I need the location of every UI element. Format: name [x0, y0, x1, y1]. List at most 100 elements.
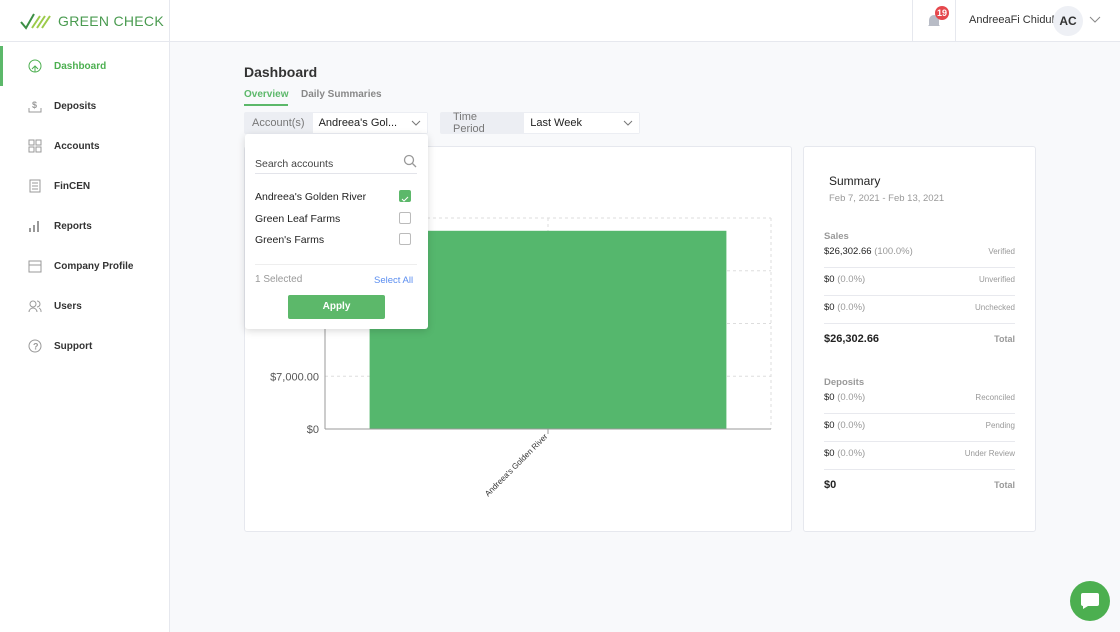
- sidebar-item-accounts[interactable]: Accounts: [0, 126, 170, 166]
- status: Verified: [988, 247, 1015, 256]
- deposits-row: $0 (0.0%) Under Review: [824, 448, 1015, 459]
- status: Unchecked: [974, 303, 1015, 312]
- apply-button[interactable]: Apply: [288, 295, 385, 319]
- chat-icon: [1081, 593, 1099, 609]
- check-icon: [401, 196, 409, 202]
- deposits-total-row: $0 Total: [824, 479, 1015, 491]
- account-option[interactable]: Green's Farms: [255, 234, 324, 246]
- account-filter-label: Account(s): [252, 117, 305, 129]
- sidebar-item-label: Deposits: [54, 100, 97, 112]
- sales-row: $0 (0.0%) Unverified: [824, 274, 1015, 285]
- deposit-icon: $: [28, 100, 42, 113]
- sidebar-item-label: Reports: [54, 220, 92, 232]
- tab-overview[interactable]: Overview: [244, 89, 289, 106]
- percent: (0.0%): [837, 274, 866, 285]
- user-name[interactable]: AndreeaFi ChiduFi: [969, 14, 1061, 26]
- percent: (0.0%): [837, 302, 866, 313]
- total-label: Total: [994, 480, 1015, 490]
- sidebar-item-reports[interactable]: Reports: [0, 206, 170, 246]
- sales-row: $26,302.66 (100.0%) Verified: [824, 246, 1015, 257]
- svg-text:?: ?: [33, 342, 39, 352]
- document-icon: [29, 179, 41, 193]
- percent: (0.0%): [837, 392, 866, 403]
- bar-chart-icon: [29, 221, 39, 232]
- status: Reconciled: [975, 393, 1015, 402]
- y-tick-label: $7,000.00: [270, 371, 319, 383]
- status: Unverified: [978, 275, 1015, 284]
- x-tick-label: Andreea's Golden River: [483, 432, 549, 498]
- amount: $0: [824, 392, 835, 403]
- percent: (0.0%): [837, 448, 866, 459]
- selected-count: 1 Selected: [255, 274, 303, 285]
- chevron-down-icon: [411, 120, 421, 126]
- deposits-row: $0 (0.0%) Pending: [824, 420, 1015, 431]
- check-logo-icon: [20, 13, 51, 30]
- sidebar-item-label: Users: [54, 300, 82, 312]
- deposits-row: $0 (0.0%) Reconciled: [824, 392, 1015, 403]
- account-filter-value: Andreea's Gol...: [318, 117, 398, 129]
- account-checkbox[interactable]: [399, 190, 411, 202]
- notifications-button[interactable]: 19: [912, 0, 956, 42]
- store-icon: [28, 260, 42, 273]
- page-title: Dashboard: [244, 64, 318, 80]
- status: Pending: [985, 421, 1015, 430]
- amount: $26,302.66: [824, 246, 872, 257]
- amount: $0: [824, 448, 835, 459]
- status: Under Review: [964, 449, 1015, 458]
- sidebar: Dashboard $ Deposits Accounts FinCEN Reports C…: [0, 42, 170, 632]
- top-header: GREEN CHECK 19 AndreeaFi ChiduFi AC: [0, 0, 1120, 42]
- sidebar-item-label: Company Profile: [54, 260, 134, 272]
- notification-count-badge: 19: [935, 6, 949, 20]
- summary-title: Summary: [829, 174, 881, 188]
- amount: $0: [824, 420, 835, 431]
- sidebar-item-fincen[interactable]: FinCEN: [0, 166, 170, 206]
- amount: $0: [824, 302, 835, 313]
- account-option[interactable]: Green Leaf Farms: [255, 213, 340, 225]
- dashboard-icon: [28, 59, 42, 73]
- svg-text:$: $: [32, 100, 37, 110]
- total-amount: $26,302.66: [824, 333, 880, 345]
- sidebar-item-label: Accounts: [54, 140, 100, 152]
- brand-name: GREEN CHECK: [58, 13, 164, 29]
- account-option[interactable]: Andreea's Golden River: [255, 191, 366, 203]
- amount: $0: [824, 274, 835, 285]
- sidebar-item-company-profile[interactable]: Company Profile: [0, 246, 170, 286]
- chevron-down-icon[interactable]: [1089, 16, 1101, 24]
- account-dropdown: Search accounts Andreea's Golden River Gr…: [245, 134, 428, 329]
- chevron-down-icon: [623, 120, 633, 126]
- summary-date-range: Feb 7, 2021 - Feb 13, 2021: [829, 193, 945, 204]
- total-label: Total: [994, 334, 1015, 344]
- time-period-label: Time Period: [453, 111, 485, 135]
- sidebar-item-label: FinCEN: [54, 180, 91, 192]
- select-all-link[interactable]: Select All: [374, 275, 413, 286]
- tab-daily-summaries[interactable]: Daily Summaries: [301, 89, 382, 104]
- time-period-filter[interactable]: Time Period Last Week: [440, 111, 640, 135]
- avatar[interactable]: AC: [1053, 6, 1083, 36]
- account-checkbox[interactable]: [399, 211, 411, 224]
- deposits-section-label: Deposits: [824, 377, 865, 388]
- sidebar-item-label: Dashboard: [54, 60, 107, 72]
- help-icon: ?: [28, 339, 42, 353]
- time-period-value: Last Week: [530, 117, 582, 129]
- users-icon: [28, 300, 42, 313]
- summary-card: Summary Feb 7, 2021 - Feb 13, 2021 Sales…: [803, 146, 1036, 532]
- sales-row: $0 (0.0%) Unchecked: [824, 302, 1015, 313]
- search-accounts-input[interactable]: Search accounts: [255, 158, 333, 170]
- percent: (100.0%): [874, 246, 913, 257]
- total-amount: $0: [824, 479, 837, 491]
- sidebar-item-support[interactable]: ? Support: [0, 326, 170, 366]
- sidebar-item-label: Support: [54, 340, 93, 352]
- chat-button[interactable]: [1070, 581, 1110, 621]
- search-icon[interactable]: [403, 154, 417, 168]
- account-filter[interactable]: Account(s) Andreea's Gol...: [244, 112, 428, 134]
- grid-icon: [28, 139, 42, 153]
- sidebar-item-dashboard[interactable]: Dashboard: [0, 46, 170, 86]
- sales-section-label: Sales: [824, 231, 849, 242]
- percent: (0.0%): [837, 420, 866, 431]
- sidebar-item-users[interactable]: Users: [0, 286, 170, 326]
- account-checkbox[interactable]: [399, 233, 411, 245]
- sidebar-item-deposits[interactable]: $ Deposits: [0, 86, 170, 126]
- sales-total-row: $26,302.66 Total: [824, 333, 1015, 345]
- logo[interactable]: GREEN CHECK: [0, 0, 170, 42]
- y-tick-label: $0: [307, 424, 319, 436]
